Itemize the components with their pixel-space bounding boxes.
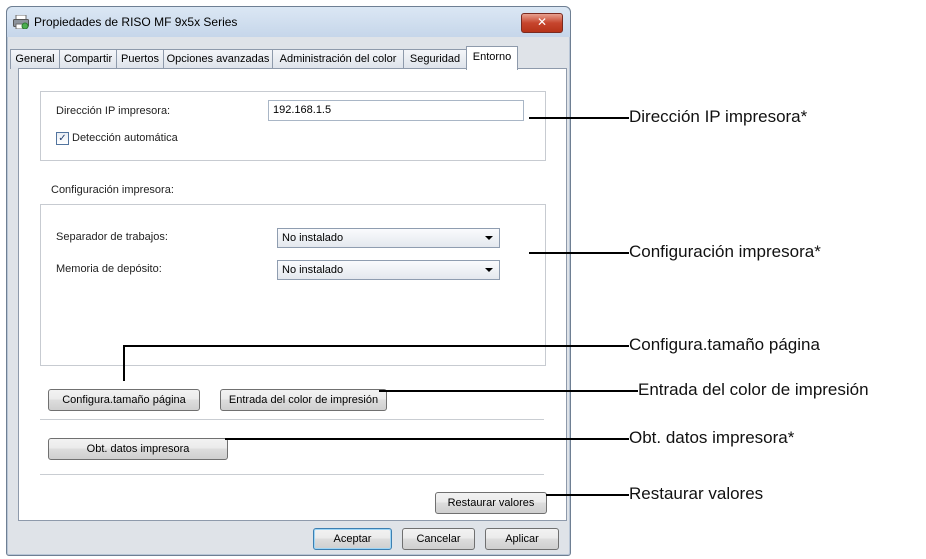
callout-get-data: Obt. datos impresora*	[629, 428, 795, 447]
cancel-button[interactable]: Cancelar	[402, 528, 475, 550]
auto-detect-checkbox[interactable]: ✓	[56, 132, 69, 145]
callout-ip-address: Dirección IP impresora*	[629, 107, 808, 126]
auto-detect-label: Detección automática	[72, 132, 178, 144]
tab-entorno[interactable]: Entorno	[466, 46, 518, 70]
ip-address-group: Dirección IP impresora: 192.168.1.5 ✓ De…	[40, 91, 546, 161]
tab-seguridad[interactable]: Seguridad	[403, 49, 467, 69]
checkmark-icon: ✓	[58, 133, 67, 144]
tab-opciones-avanzadas[interactable]: Opciones avanzadas	[163, 49, 273, 69]
page-size-button[interactable]: Configura.tamaño página	[48, 389, 200, 411]
storage-memory-select[interactable]: No instalado	[277, 260, 500, 280]
printer-config-heading: Configuración impresora:	[51, 184, 174, 196]
divider	[40, 474, 544, 475]
apply-button[interactable]: Aplicar	[485, 528, 559, 550]
callout-restore: Restaurar valores	[629, 484, 764, 503]
job-separator-value: No instalado	[282, 232, 344, 244]
leader-line	[529, 117, 629, 119]
tab-compartir[interactable]: Compartir	[59, 49, 117, 69]
print-color-entry-button[interactable]: Entrada del color de impresión	[220, 389, 387, 411]
job-separator-label: Separador de trabajos:	[56, 231, 168, 243]
get-printer-data-button[interactable]: Obt. datos impresora	[48, 438, 228, 460]
job-separator-select[interactable]: No instalado	[277, 228, 500, 248]
leader-line	[529, 252, 629, 254]
leader-line	[546, 494, 629, 496]
printer-icon	[13, 15, 29, 29]
chevron-down-icon	[485, 236, 493, 240]
tab-puertos[interactable]: Puertos	[116, 49, 164, 69]
storage-memory-value: No instalado	[282, 264, 344, 276]
storage-memory-label: Memoria de depósito:	[56, 263, 162, 275]
tab-general[interactable]: General	[10, 49, 60, 69]
leader-line	[225, 438, 629, 440]
window-title: Propiedades de RISO MF 9x5x Series	[34, 15, 238, 29]
leader-line	[123, 345, 125, 381]
title-bar: Propiedades de RISO MF 9x5x Series ✕	[7, 7, 570, 37]
leader-line	[379, 390, 638, 392]
restore-defaults-button[interactable]: Restaurar valores	[435, 492, 547, 514]
ip-address-label: Dirección IP impresora:	[56, 105, 171, 117]
leader-line	[123, 345, 629, 347]
callout-printer-config: Configuración impresora*	[629, 242, 821, 261]
ok-button[interactable]: Aceptar	[313, 528, 392, 550]
callout-page-size: Configura.tamaño página	[629, 335, 820, 354]
callout-color-entry: Entrada del color de impresión	[638, 380, 869, 399]
chevron-down-icon	[485, 268, 493, 272]
printer-properties-dialog: Propiedades de RISO MF 9x5x Series ✕ Gen…	[6, 6, 571, 556]
tab-panel-entorno: Dirección IP impresora: 192.168.1.5 ✓ De…	[18, 68, 567, 521]
tab-administracion-color[interactable]: Administración del color	[272, 49, 404, 69]
divider	[40, 419, 544, 420]
ip-address-field[interactable]: 192.168.1.5	[268, 100, 524, 121]
close-icon: ✕	[536, 15, 548, 29]
printer-config-group: Separador de trabajos: No instalado Memo…	[40, 204, 546, 366]
close-button[interactable]: ✕	[521, 13, 563, 33]
